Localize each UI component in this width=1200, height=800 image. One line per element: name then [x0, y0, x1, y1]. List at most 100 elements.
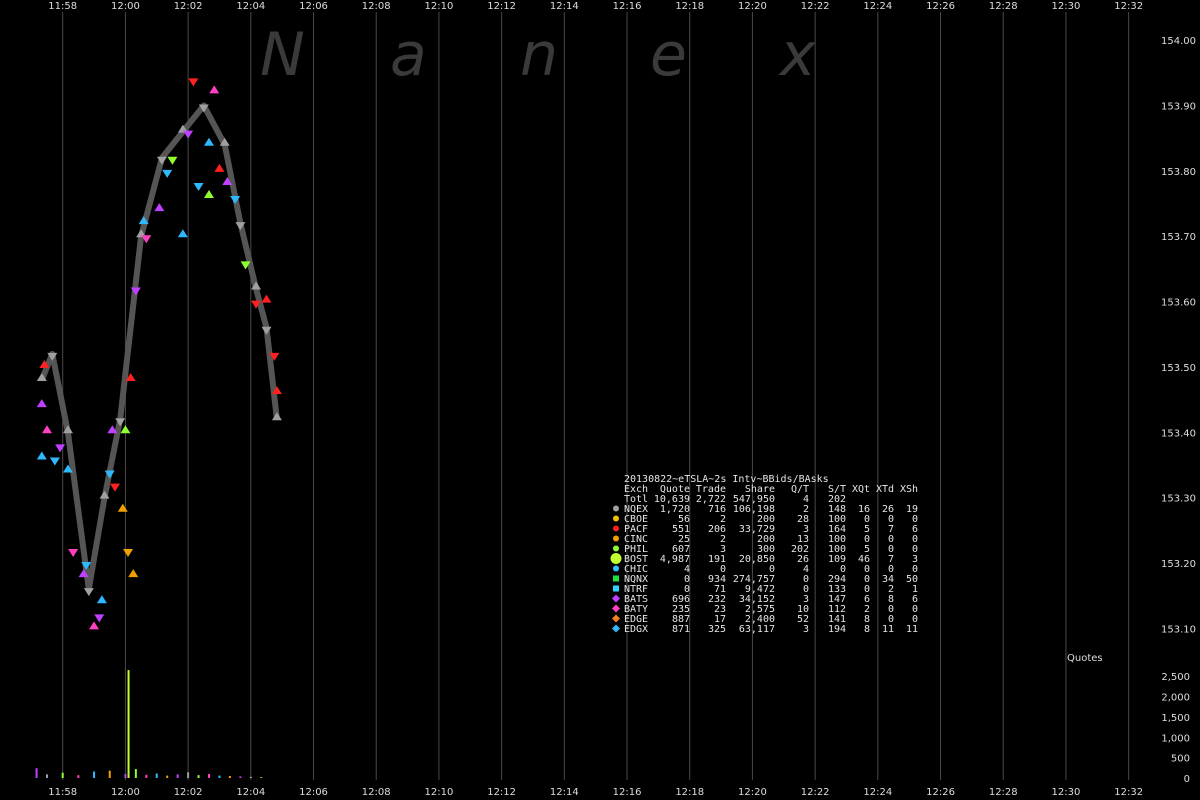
volume-bar — [108, 770, 111, 778]
table-cell: 63,117 — [739, 624, 775, 635]
volume-bar — [260, 777, 263, 778]
x-tick-label-bottom: 12:14 — [550, 787, 579, 798]
price-point — [94, 614, 105, 623]
price-tick-label: 153.40 — [1161, 428, 1196, 439]
volume-tick-label: 2,500 — [1161, 672, 1190, 683]
quote-volume-plot — [35, 670, 263, 778]
price-point — [49, 457, 60, 466]
exchange-marker-icon — [613, 585, 619, 592]
table-cell: 871 — [672, 624, 690, 635]
x-tick-label-bottom: 12:04 — [236, 787, 265, 798]
price-point — [120, 425, 131, 434]
volume-bar — [239, 776, 242, 778]
volume-bar — [208, 773, 211, 778]
price-point — [68, 548, 79, 557]
price-point — [162, 169, 173, 178]
nanex-watermark: Na n e x — [260, 20, 816, 90]
x-tick-label-bottom: 12:12 — [487, 787, 516, 798]
price-point — [123, 548, 134, 557]
x-tick-label-bottom: 12:08 — [362, 787, 391, 798]
price-point — [177, 229, 188, 238]
series-nqex — [36, 102, 282, 597]
price-point — [193, 182, 204, 191]
x-tick-label-top: 12:04 — [236, 1, 265, 12]
price-point — [188, 78, 199, 87]
table-cell: 194 — [828, 624, 846, 635]
x-tick-label-top: 12:32 — [1114, 1, 1143, 12]
series-baty — [42, 85, 220, 630]
series-cinc — [117, 503, 139, 578]
x-tick-label-top: 12:06 — [299, 1, 328, 12]
volume-bar — [228, 775, 231, 778]
exchange-marker-icon — [613, 505, 619, 512]
watermark-letter: e — [650, 20, 687, 90]
x-tick-label-bottom: 12:26 — [926, 787, 955, 798]
x-tick-label-bottom: 12:02 — [174, 787, 203, 798]
volume-tick-label: 1,000 — [1161, 733, 1190, 744]
price-tick-label: 153.80 — [1161, 167, 1196, 178]
price-point — [183, 130, 194, 139]
table-cell: 3 — [803, 624, 809, 635]
price-point — [261, 294, 272, 303]
volume-bar — [176, 774, 179, 778]
x-tick-label-bottom: 12:30 — [1052, 787, 1081, 798]
volume-bar — [46, 774, 49, 778]
price-point — [154, 203, 165, 212]
x-tick-label-top: 12:28 — [989, 1, 1018, 12]
volume-bar — [249, 776, 252, 778]
volume-bar — [197, 775, 200, 778]
x-tick-label-bottom: 12:20 — [738, 787, 767, 798]
x-tick-label-top: 12:26 — [926, 1, 955, 12]
volume-bar — [145, 774, 148, 778]
price-tick-label: 153.20 — [1161, 559, 1196, 570]
price-point — [36, 451, 47, 460]
x-tick-label-bottom: 12:00 — [111, 787, 140, 798]
x-tick-label-bottom: 12:28 — [989, 787, 1018, 798]
exchange-marker-icon — [613, 535, 619, 542]
chart-grid — [62, 12, 1130, 780]
volume-tick-label: 0 — [1184, 774, 1190, 785]
table-header-cell: XQt — [852, 484, 870, 495]
price-point — [128, 569, 139, 578]
x-tick-label-top: 12:14 — [550, 1, 579, 12]
price-point — [204, 190, 215, 199]
axis-labels: 11:58 11:58 12:00 12:00 12:02 12:02 12:04 12:04… — [48, 1, 1196, 798]
exchange-marker-icon — [610, 553, 622, 564]
table-cell: 8 — [864, 624, 870, 635]
price-point — [167, 156, 178, 165]
table-cell: 325 — [708, 624, 726, 635]
table-row: BOST 4,987 191 20,850 26 109 46 7 3 — [610, 553, 918, 565]
volume-bar — [93, 771, 96, 778]
x-tick-label-top: 12:08 — [362, 1, 391, 12]
series-edgx — [36, 137, 241, 604]
x-tick-label-bottom: 12:32 — [1114, 787, 1143, 798]
watermark-letter: x — [778, 20, 816, 90]
x-tick-label-top: 12:30 — [1052, 1, 1081, 12]
price-band — [39, 102, 280, 593]
series-phil — [120, 156, 251, 434]
price-plot — [36, 78, 282, 630]
volume-bar — [166, 775, 169, 778]
series-pacf — [39, 78, 282, 492]
exchange-marker-icon — [612, 594, 620, 603]
price-tick-label: 153.70 — [1161, 232, 1196, 243]
x-tick-label-top: 12:12 — [487, 1, 516, 12]
price-point — [83, 588, 94, 597]
watermark-letter: N — [260, 20, 305, 90]
x-tick-label-top: 12:00 — [111, 1, 140, 12]
table-cell: EDGX — [624, 624, 648, 635]
table-cell: 11 — [906, 624, 918, 635]
x-tick-label-bottom: 12:24 — [863, 787, 892, 798]
exchange-marker-icon — [613, 565, 619, 572]
exchange-marker-icon — [612, 604, 620, 613]
volume-bar — [218, 775, 221, 778]
table-header-cell: XTd — [876, 484, 894, 495]
volume-bar — [134, 769, 137, 778]
x-tick-label-top: 12:18 — [675, 1, 704, 12]
exchange-marker-icon — [612, 614, 620, 623]
watermark-letter: a — [390, 20, 427, 90]
x-tick-label-top: 12:10 — [425, 1, 454, 12]
price-point — [55, 444, 66, 453]
watermark-letter: n — [520, 20, 558, 90]
table-header-cell: XSh — [900, 484, 918, 495]
